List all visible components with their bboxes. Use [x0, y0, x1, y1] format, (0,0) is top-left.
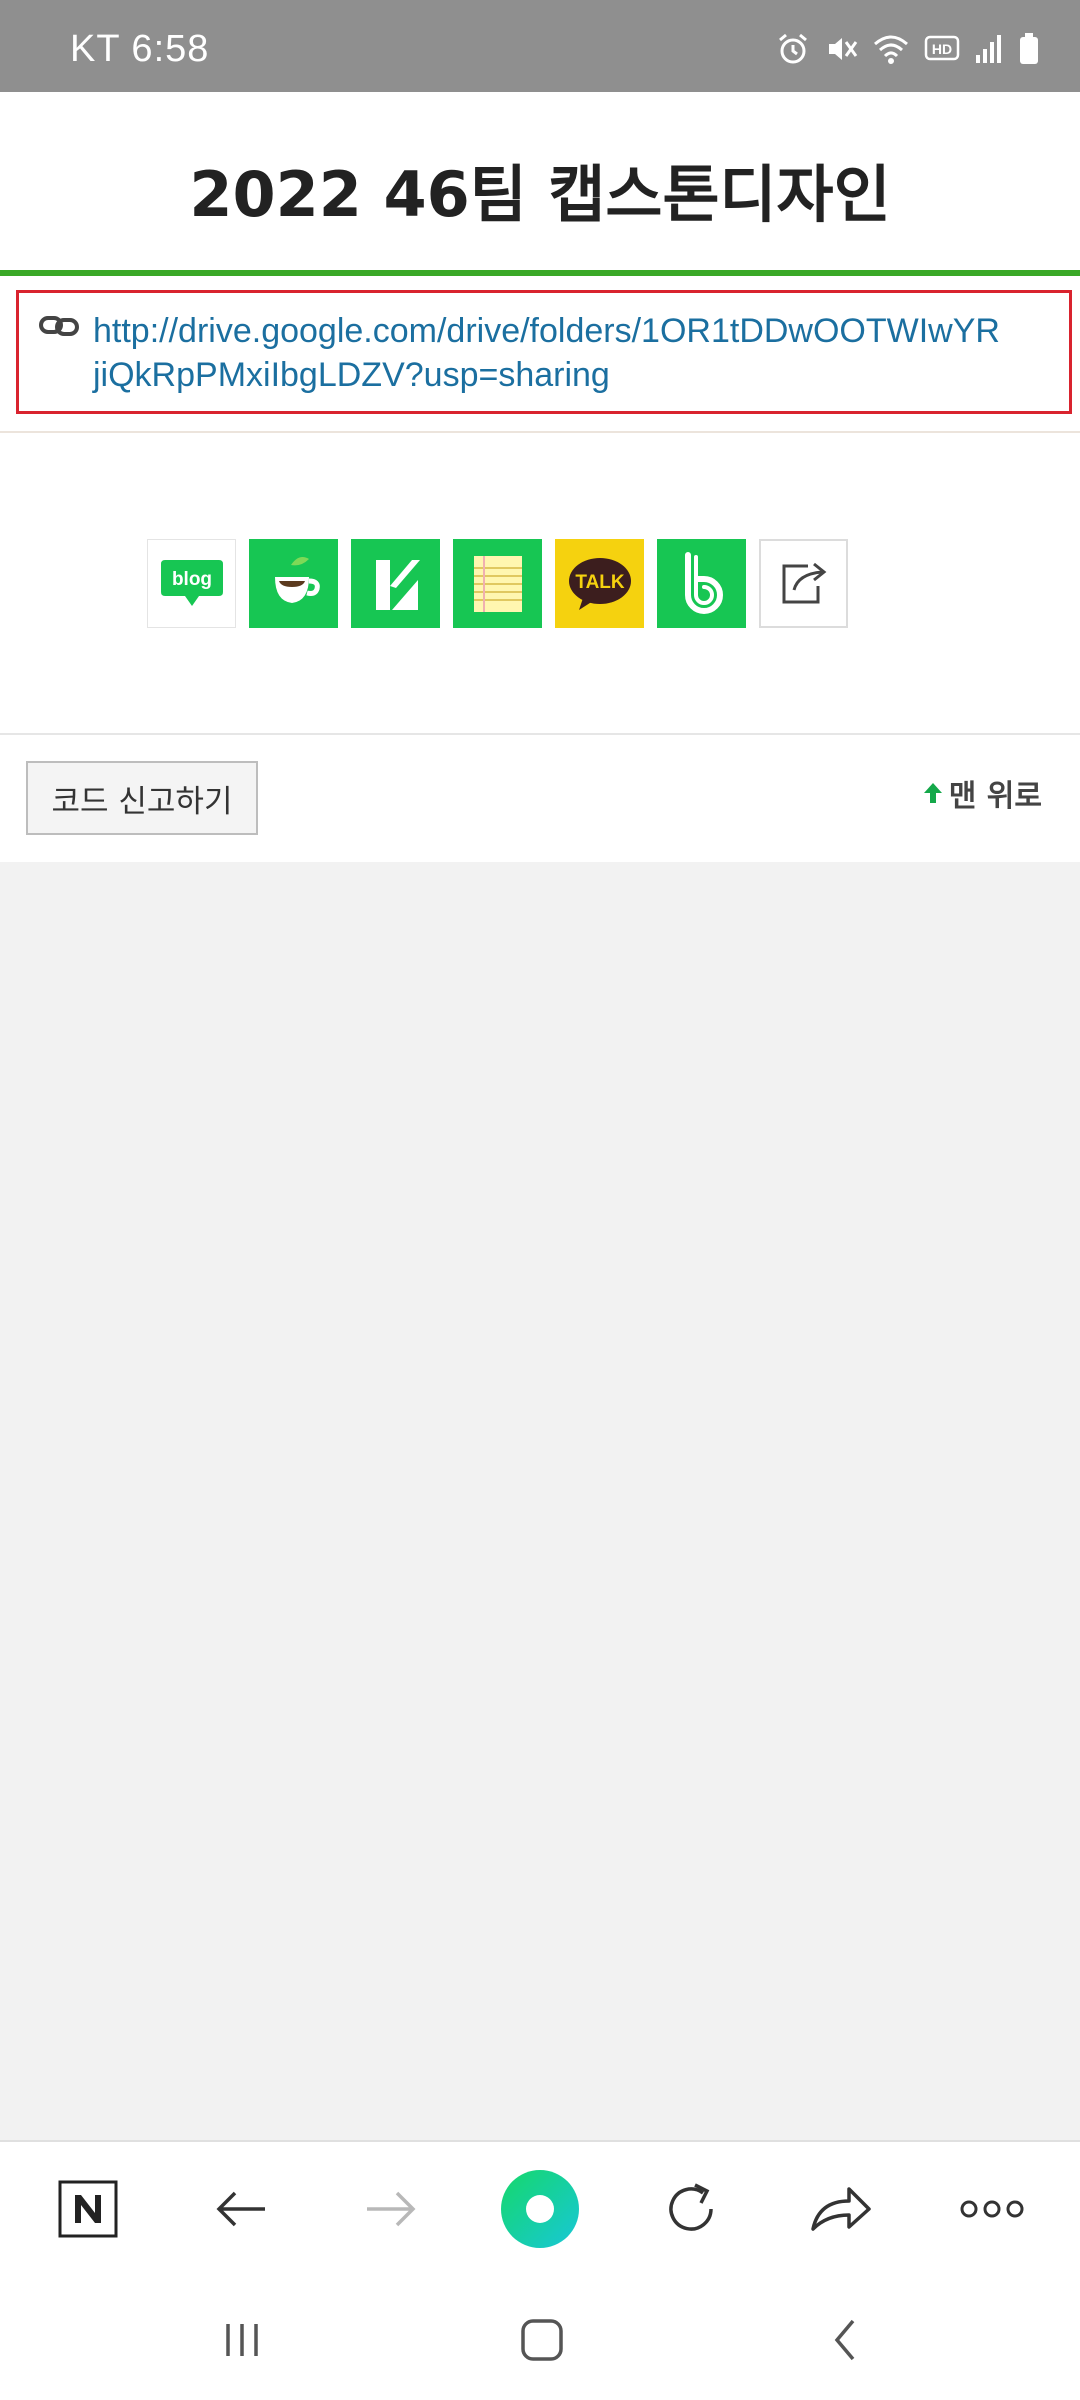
svg-text:blog: blog	[171, 569, 211, 590]
back-button[interactable]	[196, 2164, 286, 2254]
browser-toolbar	[0, 2140, 1080, 2277]
memo-icon	[473, 555, 522, 612]
share-band-button[interactable]	[657, 539, 746, 628]
band-logo-icon	[684, 551, 723, 614]
wifi-icon	[872, 32, 910, 66]
share-button[interactable]	[796, 2164, 886, 2254]
system-back-button[interactable]	[800, 2295, 890, 2385]
hd-icon: HD	[924, 34, 960, 64]
carrier-time: KT 6:58	[70, 28, 210, 70]
share-kakaotalk-button[interactable]: TALK	[555, 539, 644, 628]
share-area: blog TALK	[0, 433, 1080, 735]
mute-icon	[824, 32, 858, 66]
report-code-button[interactable]: 코드 신고하기	[26, 761, 258, 835]
share-memo-button[interactable]	[453, 539, 542, 628]
more-button[interactable]	[947, 2164, 1037, 2254]
cafe-cup-icon	[274, 556, 320, 603]
link-line-1[interactable]: http://drive.google.com/drive/folders/1O…	[93, 312, 1000, 350]
system-nav-bar	[0, 2275, 1080, 2400]
link-line-2[interactable]: jiQkRpPMxiIbgLDZV?usp=sharing	[93, 356, 610, 394]
link-area: http://drive.google.com/drive/folders/1O…	[0, 276, 1080, 433]
share-more-button[interactable]	[759, 539, 848, 628]
share-k-button[interactable]	[351, 539, 440, 628]
refresh-icon	[669, 2183, 713, 2231]
svg-text:TALK: TALK	[575, 572, 625, 593]
share-cafe-button[interactable]	[249, 539, 338, 628]
drive-link[interactable]: http://drive.google.com/drive/folders/1O…	[16, 290, 1072, 414]
share-row: blog TALK	[147, 539, 848, 628]
recent-apps-button[interactable]	[197, 2295, 287, 2385]
page-title: 2022 46팀 캡스톤디자인	[189, 158, 891, 231]
naver-home-button[interactable]	[43, 2164, 133, 2254]
chevron-left-icon	[834, 2319, 855, 2361]
status-icons: HD	[776, 32, 1040, 66]
refresh-button[interactable]	[646, 2164, 736, 2254]
status-bar: KT 6:58 HD	[0, 0, 1080, 92]
back-to-top-link[interactable]: 맨 위로	[923, 771, 1042, 815]
alarm-icon	[776, 32, 810, 66]
arrow-left-icon	[216, 2191, 265, 2227]
title-area: 2022 46팀 캡스톤디자인	[0, 92, 1080, 276]
green-dot-button[interactable]	[495, 2164, 585, 2254]
home-button[interactable]	[497, 2295, 587, 2385]
arrow-right-icon	[367, 2191, 416, 2227]
up-arrow-icon	[923, 783, 942, 803]
more-dots-icon	[960, 2200, 1024, 2218]
green-dot-icon	[501, 2170, 579, 2248]
back-to-top-label: 맨 위로	[948, 779, 1042, 814]
forward-button[interactable]	[346, 2164, 436, 2254]
naver-n-icon	[58, 2180, 118, 2238]
share-arrow-icon	[811, 2187, 871, 2231]
recent-apps-icon	[226, 2324, 258, 2356]
link-text[interactable]: http://drive.google.com/drive/folders/1O…	[93, 309, 1069, 397]
share-blog-button[interactable]: blog	[147, 539, 236, 628]
k-logo-icon	[375, 559, 420, 610]
home-icon	[521, 2319, 563, 2361]
battery-icon	[1018, 32, 1040, 66]
svg-text:HD: HD	[932, 41, 952, 57]
signal-icon	[974, 33, 1004, 65]
link-icon	[39, 315, 79, 342]
share-export-icon	[782, 562, 826, 603]
action-area: 코드 신고하기 맨 위로	[0, 735, 1080, 862]
